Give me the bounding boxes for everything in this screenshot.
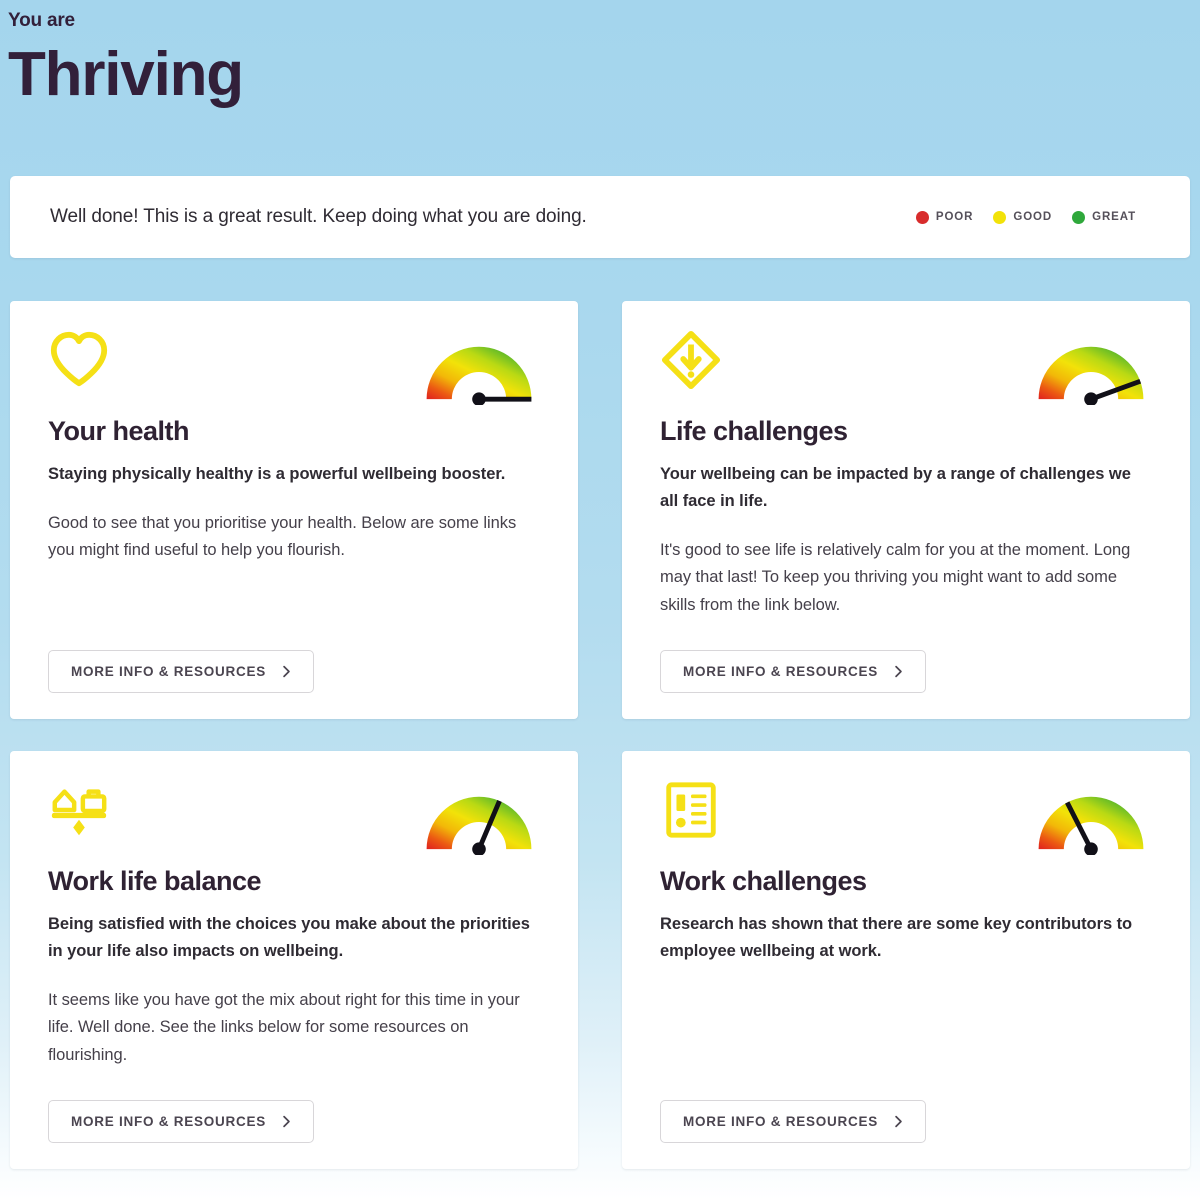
heart-icon: [50, 331, 108, 387]
legend-dot-good-icon: [993, 210, 1007, 224]
card-top-row: [660, 777, 1152, 869]
document-list-icon: [666, 782, 716, 838]
legend-item-great: GREAT: [1072, 210, 1136, 224]
result-banner: Well done! This is a great result. Keep …: [10, 176, 1190, 258]
card-work-life-balance: Work life balance Being satisfied with t…: [10, 751, 578, 1169]
card-body-text: It seems like you have got the mix about…: [48, 990, 520, 1064]
chevron-right-icon: [283, 1115, 290, 1128]
header-eyebrow: You are: [8, 10, 75, 31]
card-lead-text: Staying physically healthy is a powerful…: [48, 465, 506, 484]
card-your-health: Your health Staying physically healthy i…: [10, 301, 578, 719]
card-cta-wrap: MORE INFO & RESOURCES: [660, 624, 1152, 693]
page-header: You are Thriving: [0, 0, 1200, 110]
cta-label: MORE INFO & RESOURCES: [683, 1114, 879, 1129]
cta-label: MORE INFO & RESOURCES: [71, 1114, 267, 1129]
gauge-your-health: [426, 346, 532, 405]
legend-dot-poor-icon: [915, 210, 929, 224]
card-cta-wrap: MORE INFO & RESOURCES: [48, 624, 540, 693]
card-cta-wrap: MORE INFO & RESOURCES: [48, 1074, 540, 1143]
gauge-work-challenges: [1038, 796, 1144, 855]
cta-label: MORE INFO & RESOURCES: [71, 664, 267, 679]
banner-message: Well done! This is a great result. Keep …: [50, 206, 587, 227]
gauge-life-challenges: [1038, 346, 1144, 405]
warning-diamond-icon: [661, 330, 721, 390]
card-lead-text: Your wellbeing can be impacted by a rang…: [660, 465, 1131, 511]
card-lead-text: Research has shown that there are some k…: [660, 915, 1133, 961]
cta-label: MORE INFO & RESOURCES: [683, 664, 879, 679]
card-top-row: [660, 327, 1152, 419]
legend-item-good: GOOD: [993, 210, 1053, 224]
card-title: Work challenges: [660, 866, 867, 896]
gauge-legend: POOR GOOD GREAT: [915, 210, 1150, 224]
more-info-resources-button[interactable]: MORE INFO & RESOURCES: [660, 650, 927, 693]
card-title: Life challenges: [660, 416, 848, 446]
card-top-row: [48, 777, 540, 869]
wellbeing-card-grid: Your health Staying physically healthy i…: [10, 301, 1190, 1169]
more-info-resources-button[interactable]: MORE INFO & RESOURCES: [660, 1100, 927, 1143]
gauge-work-life-balance: [426, 796, 532, 855]
legend-item-poor: POOR: [915, 210, 974, 224]
card-life-challenges: Life challenges Your wellbeing can be im…: [622, 301, 1190, 719]
card-work-challenges: Work challenges Research has shown that …: [622, 751, 1190, 1169]
chevron-right-icon: [895, 665, 902, 678]
legend-label-good: GOOD: [1013, 211, 1053, 223]
more-info-resources-button[interactable]: MORE INFO & RESOURCES: [48, 1100, 315, 1143]
chevron-right-icon: [283, 665, 290, 678]
page-title: Thriving: [8, 39, 244, 109]
card-body-text: Good to see that you prioritise your hea…: [48, 514, 517, 560]
card-cta-wrap: MORE INFO & RESOURCES: [660, 1074, 1152, 1143]
card-body-text: It's good to see life is relatively calm…: [660, 540, 1131, 614]
work-life-balance-icon: [51, 789, 107, 836]
chevron-right-icon: [895, 1115, 902, 1128]
more-info-resources-button[interactable]: MORE INFO & RESOURCES: [48, 650, 315, 693]
card-top-row: [48, 327, 540, 419]
legend-label-poor: POOR: [935, 211, 974, 223]
legend-label-great: GREAT: [1092, 211, 1136, 223]
legend-dot-great-icon: [1072, 210, 1086, 224]
card-title: Work life balance: [48, 866, 262, 896]
card-title: Your health: [48, 416, 190, 446]
card-lead-text: Being satisfied with the choices you mak…: [48, 915, 530, 961]
